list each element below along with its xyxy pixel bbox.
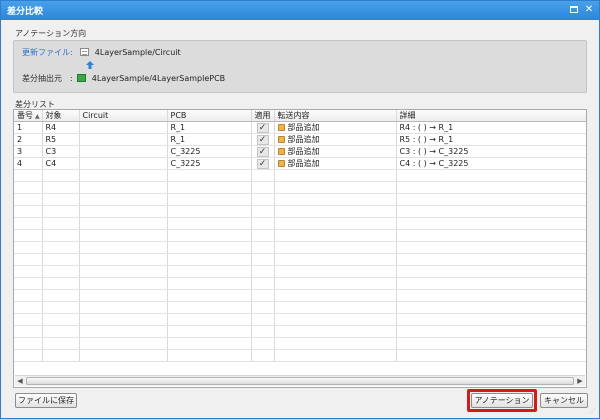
cell-detail: R4 : ( ) → R_1 [396,121,586,134]
save-to-file-button[interactable]: ファイルに保存 [15,393,77,408]
diff-compare-dialog: 差分比較 ✕ アノテーション方向 更新ファイル: 4LayerSample/Ci… [0,0,600,419]
cell-content: 部品追加 [274,121,397,134]
empty-row [14,337,586,350]
sort-asc-icon: ▲ [35,113,40,120]
empty-rows [14,169,586,362]
apply-checkbox[interactable]: ✓ [256,134,269,145]
empty-row [14,265,586,278]
cell-apply: ✓ [251,157,275,170]
apply-checkbox[interactable]: ✓ [256,146,269,157]
cell-circuit [79,121,168,134]
column-header-content[interactable]: 転送内容 [274,110,397,122]
cell-content: 部品追加 [274,145,397,158]
cell-target: C3 [42,145,80,158]
table-row[interactable]: 2 R5 R_1 ✓ 部品追加 R5 : ( ) → R_1 [14,133,586,146]
part-add-icon [277,148,285,155]
table-header-row: 番号 ▲ 対象 Circuit PCB 適用 転送内容 詳細 [14,110,586,122]
update-file-value: 4LayerSample/Circuit [94,48,181,57]
pcb-file-icon [77,74,87,82]
empty-row [14,241,586,254]
cell-number: 3 [14,145,43,158]
part-add-icon [277,160,285,167]
empty-row [14,217,586,230]
cell-number: 2 [14,133,43,146]
scroll-left-button[interactable]: ◀ [15,376,25,386]
update-file-row: 更新ファイル: 4LayerSample/Circuit [22,47,181,58]
scroll-right-button[interactable]: ▶ [575,376,585,386]
column-header-detail[interactable]: 詳細 [396,110,586,122]
empty-row [14,229,586,242]
cell-apply: ✓ [251,133,275,146]
apply-checkbox[interactable]: ✓ [256,158,269,169]
maximize-button[interactable] [568,4,580,16]
cell-circuit [79,145,168,158]
part-add-icon [277,124,285,131]
column-header-circuit[interactable]: Circuit [79,110,168,122]
table-row[interactable]: 4 C4 C_3225 ✓ 部品追加 C4 : ( ) → C_3225 [14,157,586,170]
empty-row [14,181,586,194]
column-header-target[interactable]: 対象 [42,110,80,122]
source-file-value: 4LayerSample/4LayerSamplePCB [91,74,226,83]
diff-list-table: 番号 ▲ 対象 Circuit PCB 適用 転送内容 詳細 1 R4 R_1 ✓… [14,110,586,362]
diff-list-table-container[interactable]: 番号 ▲ 対象 Circuit PCB 適用 転送内容 詳細 1 R4 R_1 ✓… [13,109,587,388]
diff-list-body: 1 R4 R_1 ✓ 部品追加 R4 : ( ) → R_1 2 R5 R_1 … [14,121,586,170]
cell-circuit [79,157,168,170]
up-arrow-icon [86,61,94,69]
cell-pcb: R_1 [167,121,252,134]
cancel-button[interactable]: キャンセル [540,393,588,408]
column-header-number[interactable]: 番号 ▲ [14,110,43,122]
close-button[interactable]: ✕ [583,4,595,16]
circuit-file-icon [80,48,90,56]
part-add-icon [277,136,285,143]
horizontal-scrollbar[interactable]: ◀ ▶ [15,375,585,386]
empty-row [14,205,586,218]
cell-pcb: R_1 [167,133,252,146]
empty-row [14,193,586,206]
cell-detail: C3 : ( ) → C_3225 [396,145,586,158]
cell-apply: ✓ [251,145,275,158]
source-file-label: 差分抽出元 : [22,74,73,83]
cell-detail: C4 : ( ) → C_3225 [396,157,586,170]
empty-row [14,289,586,302]
apply-checkbox[interactable]: ✓ [256,122,269,133]
empty-row [14,169,586,182]
cell-target: C4 [42,157,80,170]
cell-number: 4 [14,157,43,170]
cell-circuit [79,133,168,146]
column-header-pcb[interactable]: PCB [167,110,252,122]
source-file-row: 差分抽出元 : 4LayerSample/4LayerSamplePCB [22,73,225,84]
table-row[interactable]: 1 R4 R_1 ✓ 部品追加 R4 : ( ) → R_1 [14,121,586,134]
window-title: 差分比較 [7,7,44,17]
empty-row [14,349,586,362]
empty-row [14,313,586,326]
resize-grip-icon[interactable]: ⋰ [589,407,598,416]
empty-row [14,325,586,338]
cell-pcb: C_3225 [167,145,252,158]
scrollbar-thumb[interactable] [26,377,574,385]
annotate-button[interactable]: アノテーション [471,393,533,408]
cell-apply: ✓ [251,121,275,134]
empty-row [14,277,586,290]
annotation-direction-label: アノテーション方向 [15,29,87,38]
empty-row [14,301,586,314]
annotation-direction-panel: 更新ファイル: 4LayerSample/Circuit 差分抽出元 : 4La… [13,40,587,93]
table-row[interactable]: 3 C3 C_3225 ✓ 部品追加 C3 : ( ) → C_3225 [14,145,586,158]
cell-detail: R5 : ( ) → R_1 [396,133,586,146]
maximize-icon [570,6,578,13]
cell-content: 部品追加 [274,157,397,170]
column-header-apply[interactable]: 適用 [251,110,275,122]
cell-number: 1 [14,121,43,134]
cell-target: R5 [42,133,80,146]
empty-row [14,253,586,266]
update-file-label: 更新ファイル: [22,48,73,57]
cell-pcb: C_3225 [167,157,252,170]
cell-content: 部品追加 [274,133,397,146]
cell-target: R4 [42,121,80,134]
title-bar[interactable]: 差分比較 ✕ [1,1,599,20]
